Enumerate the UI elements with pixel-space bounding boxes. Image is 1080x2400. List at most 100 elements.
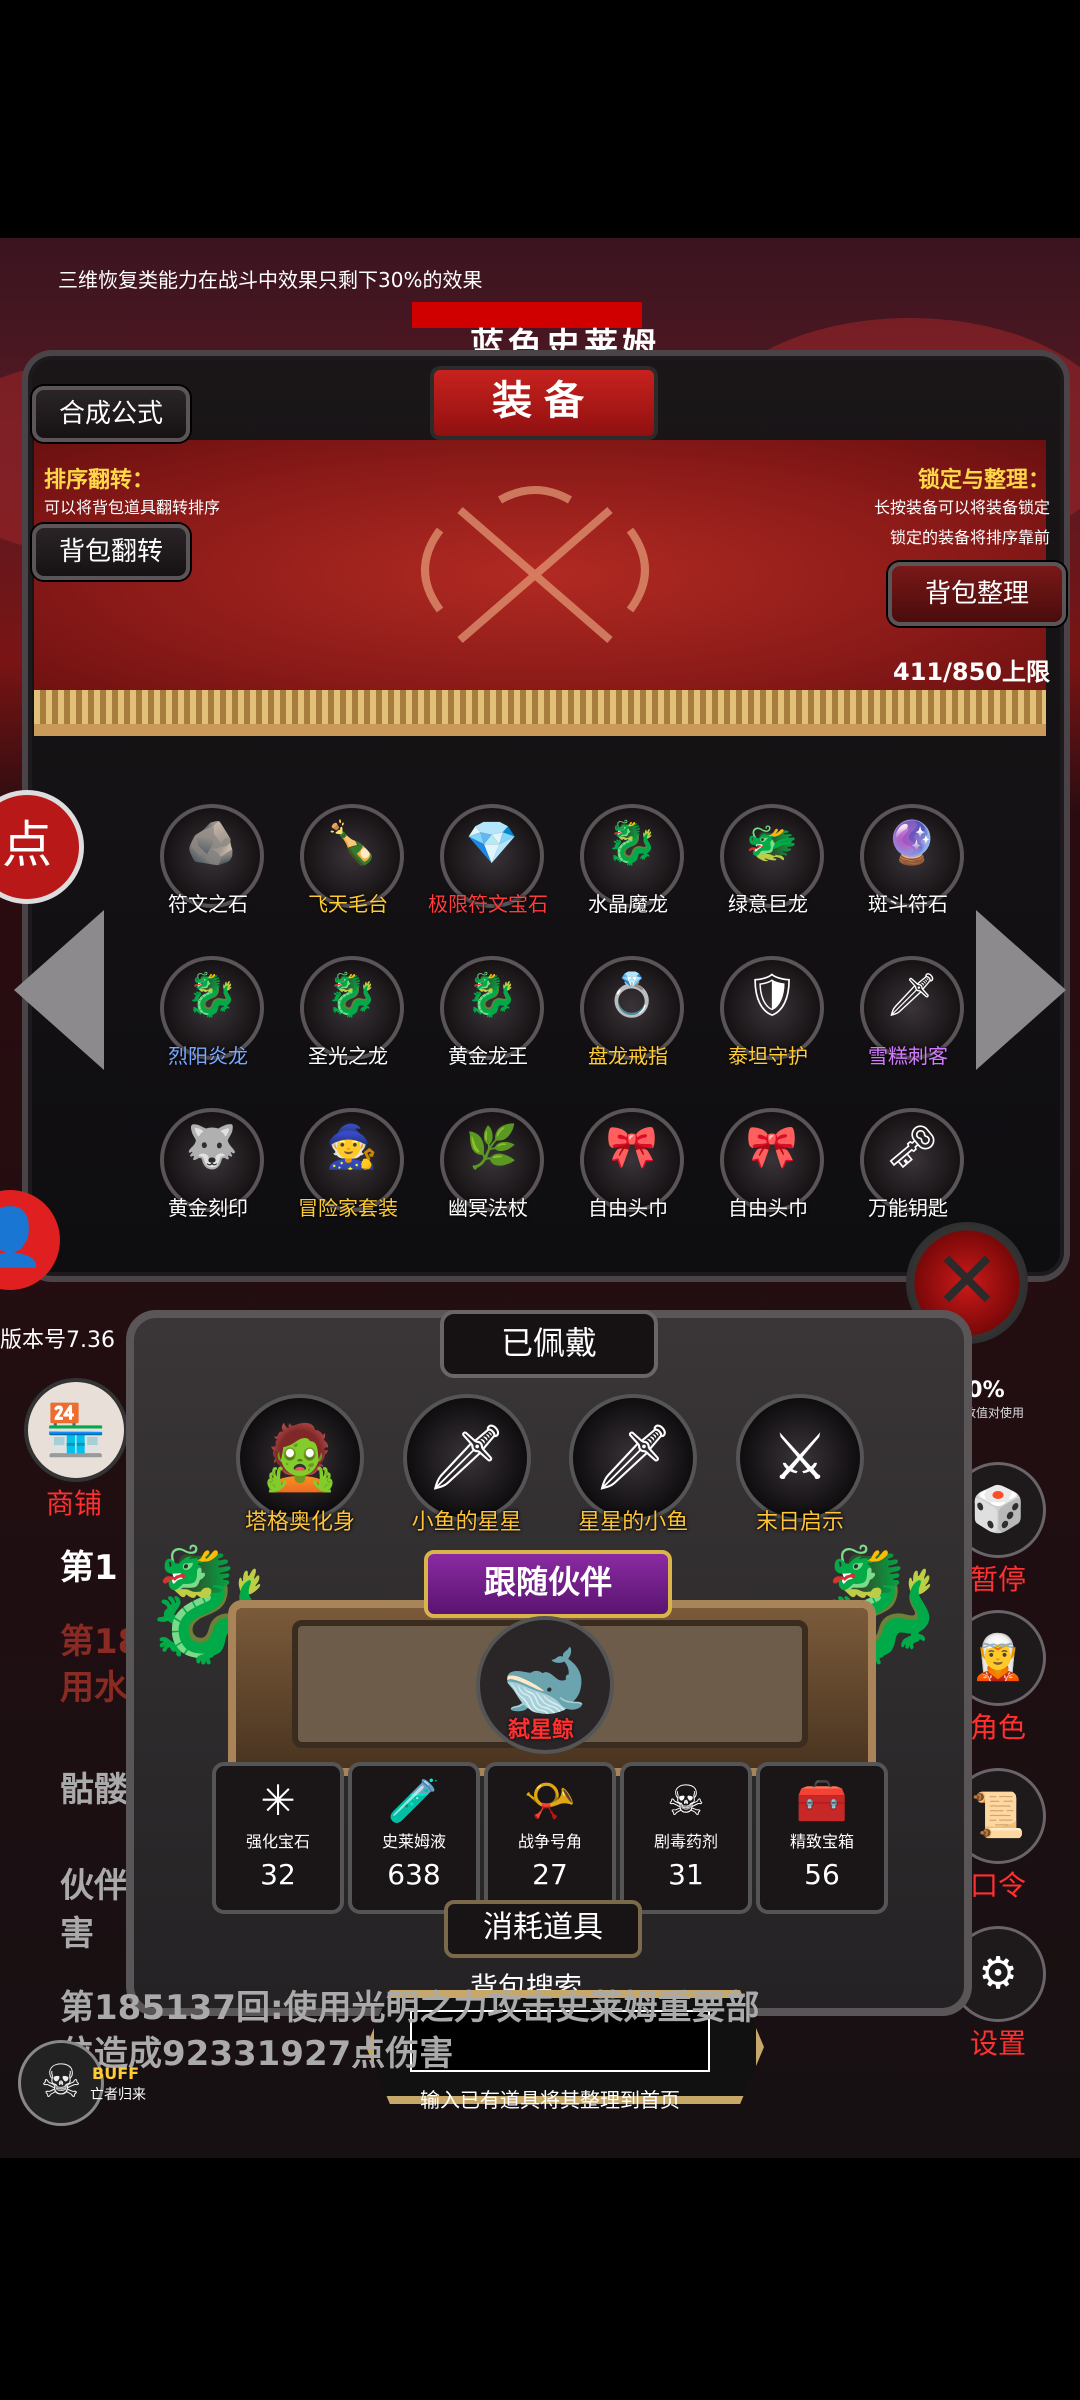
next-page-arrow-icon[interactable]: [976, 910, 1066, 1070]
equipped-item-name: 小鱼的星星: [411, 1510, 522, 1535]
bag-item[interactable]: 🔮 斑斗符石: [838, 804, 978, 922]
bottle-icon: 🍾: [325, 818, 379, 867]
compose-formula-button[interactable]: 合成公式: [32, 386, 190, 442]
shop-button[interactable]: 🏪 商铺: [24, 1378, 128, 1522]
consumable-count: 56: [804, 1858, 840, 1891]
dagger-icon: 🗡: [885, 970, 939, 1019]
fish-sword-icon: 🗡: [569, 1394, 698, 1522]
consumable-name: 强化宝石: [245, 1832, 310, 1851]
bag-flip-button[interactable]: 背包翻转: [32, 524, 190, 580]
item-name: 自由头巾: [588, 1196, 668, 1220]
item-name: 飞天毛台: [308, 892, 388, 916]
item-name: 绿意巨龙: [728, 892, 808, 916]
star-sword-icon: 🗡: [402, 1394, 531, 1522]
consumable-item[interactable]: 📯 战争号角 27: [484, 1762, 616, 1914]
gem-cluster-icon: 💎: [465, 818, 519, 867]
item-name: 盘龙戒指: [588, 1044, 668, 1068]
lock-sort-desc: 锁定的装备将排序靠前: [889, 528, 1050, 547]
staff-icon: 🌿: [465, 1122, 519, 1171]
settings-label: 设置: [969, 2027, 1026, 2060]
equipped-item[interactable]: ⚔ 末日启示: [720, 1394, 880, 1536]
bag-item[interactable]: 🍾 飞天毛台: [278, 804, 418, 922]
item-name: 幽冥法杖: [448, 1196, 528, 1220]
equipped-title: 已佩戴: [440, 1310, 658, 1378]
bag-item[interactable]: 🛡 泰坦守护: [698, 956, 838, 1074]
bag-item[interactable]: 🎀 自由头巾: [698, 1108, 838, 1226]
prev-page-arrow-icon[interactable]: [14, 910, 104, 1070]
skull-buff-icon[interactable]: ☠: [18, 2040, 104, 2126]
equipped-item-name: 塔格奥化身: [244, 1510, 355, 1535]
consumable-count: 638: [387, 1858, 441, 1891]
status-tip: 三维恢复类能力在战斗中效果只剩下30%的效果: [58, 268, 483, 292]
bag-item[interactable]: 🗡 雪糕刺客: [838, 956, 978, 1074]
equipped-item-name: 星星的小鱼: [578, 1510, 689, 1535]
log-line: 骷髅: [60, 1770, 128, 1810]
consumables-title: 消耗道具: [444, 1900, 642, 1958]
gold-dragon-icon: 🐉: [465, 970, 519, 1019]
bag-item[interactable]: 🧙 冒险家套装: [278, 1108, 418, 1226]
version-label: 版本号7.36: [0, 1328, 115, 1353]
bag-sort-button[interactable]: 背包整理: [888, 562, 1066, 626]
consumable-item[interactable]: ☠ 剧毒药剂 31: [620, 1762, 752, 1914]
equipped-item-name: 末日启示: [755, 1510, 844, 1535]
bag-item[interactable]: 🐉 水晶魔龙: [558, 804, 698, 922]
item-name: 斑斗符石: [868, 892, 948, 916]
consumable-name: 史莱姆液: [381, 1832, 446, 1851]
bag-item[interactable]: 🐺 黄金刻印: [138, 1108, 278, 1226]
bag-item[interactable]: 💎 极限符文宝石: [418, 804, 558, 922]
item-name: 烈阳炎龙: [168, 1044, 248, 1068]
consumable-name: 精致宝箱: [789, 1832, 854, 1851]
log-line: 用水: [60, 1668, 128, 1708]
shop-icon: 🏪: [24, 1378, 128, 1482]
bag-item[interactable]: 🐉 圣光之龙: [278, 956, 418, 1074]
log-line: 第185137回:使用光明之力攻击史莱姆重要部: [60, 1988, 760, 2028]
item-name: 雪糕刺客: [868, 1044, 948, 1068]
item-name: 水晶魔龙: [588, 892, 668, 916]
crossed-swords-emblem-icon: [421, 486, 649, 644]
ring-icon: 💍: [605, 970, 659, 1019]
item-name: 符文之石: [168, 892, 248, 916]
bag-item[interactable]: 🌿 幽冥法杖: [418, 1108, 558, 1226]
green-gem-icon: ✳: [260, 1776, 296, 1825]
item-name: 黄金龙王: [448, 1044, 528, 1068]
equipped-items: 🧟 塔格奥化身 🗡 小鱼的星星 🗡 星星的小鱼 ⚔ 末日启示: [220, 1394, 880, 1536]
consumable-items: ✳ 强化宝石 32 🧪 史莱姆液 638 📯 战争号角 27 ☠ 剧毒药剂 31 🧰 精致宝箱 56: [212, 1762, 888, 1914]
item-name: 万能钥匙: [868, 1196, 948, 1220]
item-name: 黄金刻印: [168, 1196, 248, 1220]
potion-icon: 🧪: [387, 1776, 441, 1825]
holy-dragon-icon: 🐉: [325, 970, 379, 1019]
bag-item[interactable]: 🐉 烈阳炎龙: [138, 956, 278, 1074]
consumable-item[interactable]: 🧪 史莱姆液 638: [348, 1762, 480, 1914]
fire-dragon-icon: 🐉: [185, 970, 239, 1019]
consumable-name: 战争号角: [517, 1832, 582, 1851]
horn-icon: 📯: [523, 1776, 577, 1825]
log-line: 伙伴: [60, 1866, 128, 1906]
consumable-item[interactable]: 🧰 精致宝箱 56: [756, 1762, 888, 1914]
buff-label: BUFF: [92, 2064, 140, 2083]
equipped-item[interactable]: 🗡 小鱼的星星: [387, 1394, 547, 1536]
seal-icon: 🐺: [185, 1122, 239, 1171]
bag-item[interactable]: 🗝 万能钥匙: [838, 1108, 978, 1226]
key-icon: 🗝: [885, 1122, 939, 1171]
chest-icon: 🧰: [795, 1776, 849, 1825]
rune-stone-icon: 🪨: [185, 818, 239, 867]
bag-item[interactable]: 🎀 自由头巾: [558, 1108, 698, 1226]
halberd-icon: ⚔: [735, 1394, 864, 1522]
equipped-item[interactable]: 🗡 星星的小鱼: [553, 1394, 713, 1536]
item-name: 自由头巾: [728, 1196, 808, 1220]
poison-icon: ☠: [667, 1776, 705, 1825]
sort-flip-title: 排序翻转：: [44, 468, 155, 493]
sort-flip-desc: 可以将背包道具翻转排序: [44, 498, 221, 517]
consumable-item[interactable]: ✳ 强化宝石 32: [212, 1762, 344, 1914]
bag-item[interactable]: 🪨 符文之石: [138, 804, 278, 922]
consumable-count: 32: [260, 1858, 296, 1891]
bag-item[interactable]: 🐲 绿意巨龙: [698, 804, 838, 922]
scarf-icon: 🎀: [745, 1122, 799, 1171]
bag-item[interactable]: 🐉 黄金龙王: [418, 956, 558, 1074]
lock-sort-desc: 长按装备可以将装备锁定: [873, 498, 1050, 517]
consumable-count: 27: [532, 1858, 568, 1891]
bag-search-hint: 输入已有道具将其整理到首页: [420, 2088, 680, 2112]
bag-item[interactable]: 💍 盘龙戒指: [558, 956, 698, 1074]
equipped-item[interactable]: 🧟 塔格奥化身: [220, 1394, 380, 1536]
item-name: 圣光之龙: [308, 1044, 388, 1068]
